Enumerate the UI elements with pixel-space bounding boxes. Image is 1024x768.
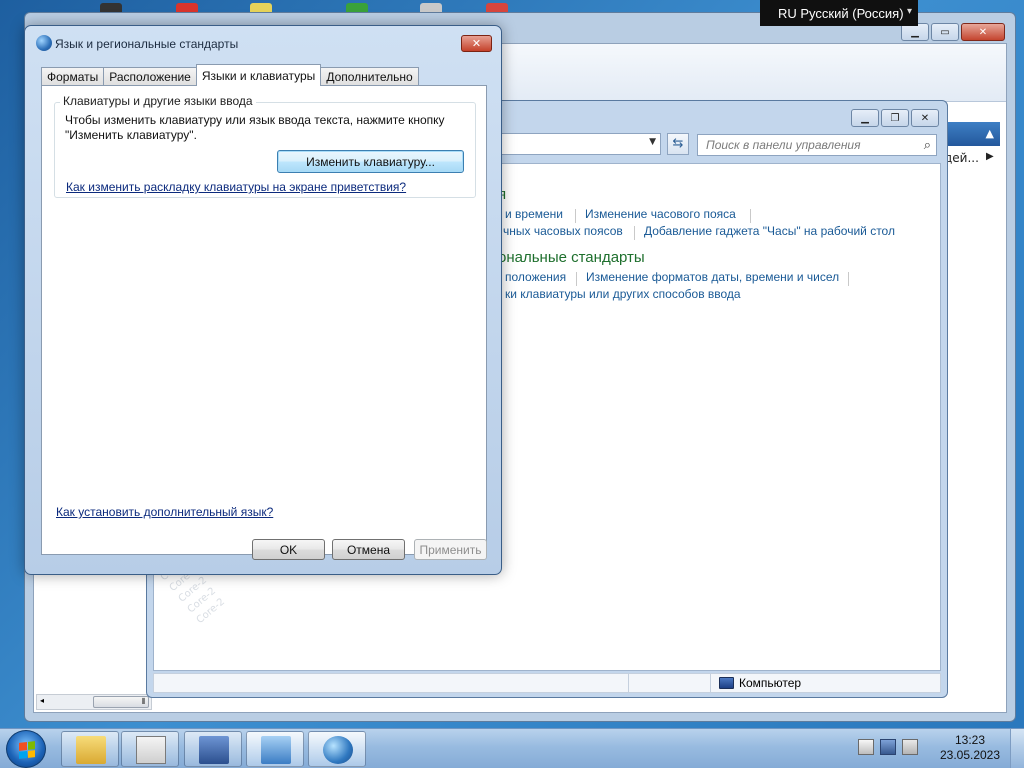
- taskbar-item-explorer[interactable]: [61, 731, 119, 767]
- link-location[interactable]: положения: [505, 270, 566, 284]
- show-desktop-button[interactable]: [1010, 729, 1024, 768]
- taskbar-item-network[interactable]: [184, 731, 242, 767]
- link-separator: [576, 272, 577, 286]
- search-placeholder: Поиск в панели управления: [706, 138, 861, 152]
- tab-strip: Форматы Расположение Языки и клавиатуры …: [41, 64, 419, 86]
- close-icon[interactable]: ✕: [461, 35, 492, 52]
- status-bar: Компьютер: [153, 673, 941, 693]
- chevron-down-icon[interactable]: ▾: [907, 6, 912, 17]
- taskbar-item-task-manager[interactable]: [121, 731, 179, 767]
- horizontal-scrollbar[interactable]: ◂ ⦀: [36, 694, 152, 710]
- cancel-button[interactable]: Отмена: [332, 539, 405, 560]
- link-change-timezone[interactable]: Изменение часового пояса: [585, 207, 736, 221]
- windows-logo-icon: [19, 741, 35, 759]
- action-center-icon[interactable]: [858, 739, 874, 755]
- right-partial-label: дей...: [944, 151, 979, 165]
- status-separator: [628, 674, 629, 692]
- globe-icon: [323, 736, 353, 764]
- search-icon[interactable]: ⌕: [924, 137, 931, 153]
- language-bar[interactable]: RU Русский (Россия) ▾: [760, 0, 918, 26]
- change-keyboard-button[interactable]: Изменить клавиатуру...: [277, 150, 464, 173]
- task-manager-icon: [136, 736, 166, 764]
- right-partial-text: дей... ▶: [944, 151, 994, 165]
- volume-muted-icon[interactable]: [902, 739, 918, 755]
- link-change-formats[interactable]: Изменение форматов даты, времени и чисел: [586, 270, 839, 284]
- collapse-up-icon[interactable]: ▲: [986, 127, 994, 140]
- link-add-clock-gadget[interactable]: Добавление гаджета "Часы" на рабочий сто…: [644, 224, 895, 238]
- folder-icon: [76, 736, 106, 764]
- clock-time: 13:23: [954, 733, 986, 747]
- scrollbar-thumb[interactable]: ⦀: [93, 696, 149, 708]
- status-computer: Компьютер: [710, 674, 801, 692]
- navigation-header-bar: ▲: [940, 122, 1000, 146]
- region-language-dialog[interactable]: Язык и региональные стандарты ✕ Форматы …: [24, 25, 502, 575]
- taskbar: 13:23 23.05.2023: [0, 728, 1024, 768]
- groupbox-description: Чтобы изменить клавиатуру или язык ввода…: [65, 113, 445, 142]
- taskbar-item-region[interactable]: [308, 731, 366, 767]
- link-change-keyboards[interactable]: ки клавиатуры или других способов ввода: [505, 287, 741, 301]
- close-icon[interactable]: ✕: [911, 109, 939, 127]
- maximize-icon[interactable]: ▭: [931, 23, 959, 41]
- scroll-left-icon[interactable]: ◂: [40, 696, 44, 705]
- network-status-icon[interactable]: [880, 739, 896, 755]
- clock-date: 23.05.2023: [939, 748, 1001, 762]
- tab-keyboards-languages[interactable]: Языки и клавиатуры: [195, 64, 322, 86]
- link-separator: [750, 209, 751, 223]
- taskbar-item-control-panel[interactable]: [246, 731, 304, 767]
- status-computer-label: Компьютер: [739, 676, 802, 690]
- tab-location[interactable]: Расположение: [103, 67, 197, 86]
- clock[interactable]: 13:23 23.05.2023: [934, 733, 1006, 763]
- link-clocks-timezones[interactable]: чных часовых поясов: [503, 224, 623, 238]
- keyboards-groupbox: Клавиатуры и другие языки ввода Чтобы из…: [54, 94, 476, 198]
- tab-panel: Клавиатуры и другие языки ввода Чтобы из…: [41, 85, 487, 555]
- computer-icon: [719, 677, 734, 689]
- system-tray: [858, 739, 918, 755]
- link-separator: [575, 209, 576, 223]
- groupbox-legend: Клавиатуры и другие языки ввода: [60, 94, 256, 108]
- install-language-link[interactable]: Как установить дополнительный язык?: [56, 505, 273, 519]
- refresh-icon[interactable]: ⇆: [667, 133, 689, 155]
- network-icon: [199, 736, 229, 764]
- restore-icon[interactable]: ❐: [881, 109, 909, 127]
- apply-button[interactable]: Применить: [414, 539, 487, 560]
- tab-formats[interactable]: Форматы: [41, 67, 105, 86]
- link-separator: [634, 226, 635, 240]
- link-date-time[interactable]: и времени: [505, 207, 563, 221]
- ok-button[interactable]: OK: [252, 539, 325, 560]
- globe-icon: [36, 35, 52, 51]
- chevron-right-icon[interactable]: ▶: [986, 151, 994, 162]
- tab-administrative[interactable]: Дополнительно: [320, 67, 419, 86]
- language-bar-label: RU Русский (Россия): [778, 5, 904, 21]
- start-button[interactable]: [6, 730, 46, 768]
- control-panel-icon: [261, 736, 291, 764]
- search-input[interactable]: Поиск в панели управления ⌕: [697, 134, 937, 156]
- link-separator: [848, 272, 849, 286]
- chevron-down-icon[interactable]: ▼: [649, 137, 656, 147]
- close-icon[interactable]: ✕: [961, 23, 1005, 41]
- category-heading-regional[interactable]: ональные стандарты: [498, 249, 645, 266]
- welcome-screen-keyboard-link[interactable]: Как изменить раскладку клавиатуры на экр…: [66, 180, 406, 194]
- dialog-title: Язык и региональные стандарты: [55, 37, 239, 51]
- control-panel-caption-buttons: ▁ ❐ ✕: [851, 109, 939, 127]
- minimize-icon[interactable]: ▁: [851, 109, 879, 127]
